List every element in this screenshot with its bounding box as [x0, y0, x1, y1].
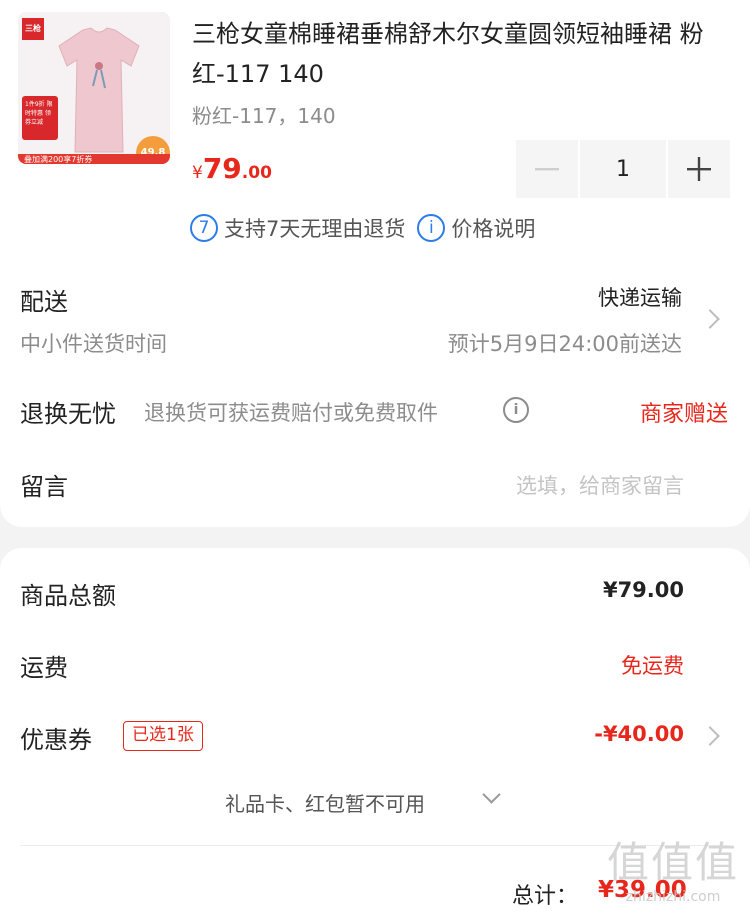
watermark-logo: 值值值: [606, 838, 739, 887]
quantity-stepper: 1: [516, 140, 730, 198]
delivery-label: 配送: [20, 288, 68, 316]
site-watermark: 值值值 zhizhizhi.com: [598, 838, 748, 918]
watermark-url: zhizhizhi.com: [625, 889, 721, 905]
price-currency: ¥: [192, 163, 203, 183]
plus-icon: [687, 157, 711, 181]
price-decimal: .00: [241, 163, 272, 183]
product-sku: 粉红-117，140: [192, 104, 336, 128]
seven-day-return-icon: 7: [190, 214, 218, 242]
return-service-label: 退换无忧: [20, 400, 116, 428]
decrease-button[interactable]: [516, 140, 578, 198]
quantity-value[interactable]: 1: [580, 140, 666, 198]
order-item-card: 三枪 1件9折 限时特惠 领券立减 49.8 叠加满200享7折券 三枪女童棉睡…: [0, 0, 750, 527]
delivery-chevron-icon[interactable]: [700, 309, 720, 329]
subtotal-value: ¥79.00: [602, 578, 684, 602]
gift-card-text[interactable]: 礼品卡、红包暂不可用: [225, 788, 425, 817]
delivery-method[interactable]: 快递运输: [598, 282, 682, 312]
product-title[interactable]: 三枪女童棉睡裙垂棉舒木尔女童圆领短袖睡裙 粉红-117 140: [192, 14, 722, 94]
price-explanation-link[interactable]: 价格说明: [451, 213, 535, 243]
message-input[interactable]: 选填，给商家留言: [516, 470, 684, 500]
subtotal-label: 商品总额: [20, 582, 116, 610]
info-icon: i: [417, 214, 446, 242]
price-integer: 79: [202, 152, 242, 185]
delivery-estimate: 预计5月9日24:00前送达: [447, 332, 682, 356]
brand-logo: 三枪: [22, 18, 44, 40]
coupon-selected-badge: 已选1张: [123, 721, 203, 751]
shipping-label: 运费: [20, 654, 68, 682]
message-label: 留言: [20, 473, 68, 501]
product-thumbnail[interactable]: 三枪 1件9折 限时特惠 领券立减 49.8 叠加满200享7折券: [18, 12, 170, 164]
return-service-desc: 退换货可获运费赔付或免费取件: [144, 401, 438, 425]
dress-image: [58, 27, 140, 153]
return-service-value: 商家赠送: [639, 402, 728, 427]
increase-button[interactable]: [668, 140, 730, 198]
coupon-value[interactable]: -¥40.00: [594, 722, 684, 746]
promo-strip: 叠加满200享7折券: [18, 154, 170, 164]
total-label: 总计：: [512, 884, 579, 909]
product-price: ¥79.00: [192, 152, 272, 185]
coupon-label: 优惠券: [20, 726, 92, 754]
service-policy: 7 支持7天无理由退货 i 价格说明: [190, 213, 535, 243]
return-policy-text[interactable]: 支持7天无理由退货: [224, 213, 405, 243]
delivery-sub-label: 中小件送货时间: [20, 332, 167, 356]
shipping-value: 免运费: [621, 654, 684, 678]
return-info-icon[interactable]: i: [503, 397, 529, 423]
promo-tag-text: 1件9折 限时特惠 领券立减: [25, 101, 53, 126]
minus-icon: [535, 168, 559, 171]
